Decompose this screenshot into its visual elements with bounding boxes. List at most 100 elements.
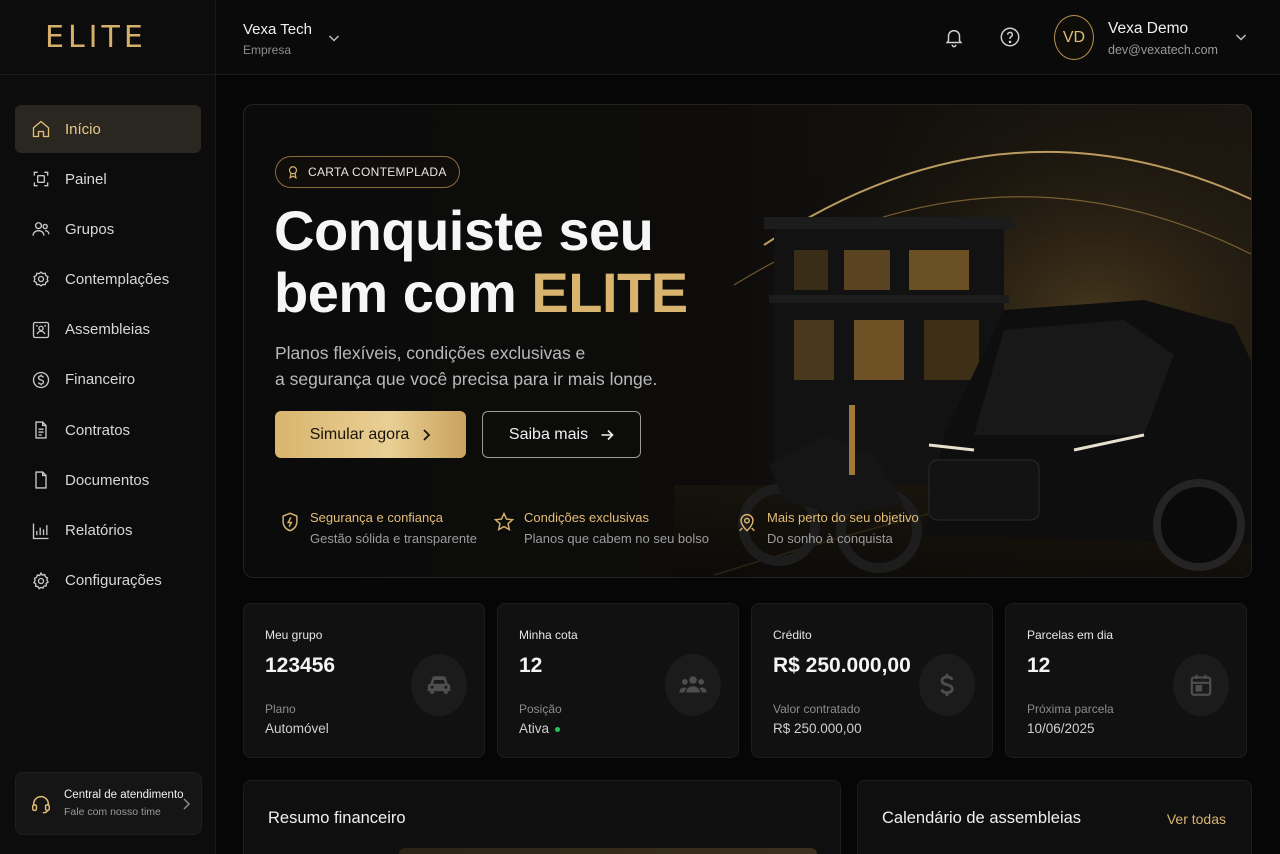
support-title: Central de atendimento: [64, 789, 184, 801]
chevron-down-icon[interactable]: [1234, 30, 1248, 49]
sidebar-item-label: Assembleias: [65, 321, 151, 339]
sidebar-item-label: Financeiro: [65, 371, 136, 389]
sidebar-item-inicio[interactable]: Início: [15, 105, 201, 153]
sidebar-item-contemplacoes[interactable]: Contemplações: [15, 256, 201, 304]
sidebar-item-contratos[interactable]: Contratos: [15, 406, 201, 454]
stat-subvalue: Automóvel: [265, 721, 329, 736]
headset-icon: [30, 793, 52, 815]
sidebar-item-grupos[interactable]: Grupos: [15, 205, 201, 253]
learn-more-button-label: Saiba mais: [508, 425, 589, 443]
stat-label: Parcelas em dia: [1027, 628, 1114, 642]
stat-value: 12: [519, 654, 543, 677]
stat-label: Meu grupo: [265, 628, 323, 642]
stat-value: 12: [1027, 654, 1051, 677]
status-text: Ativa: [519, 721, 550, 736]
award-icon: [286, 165, 300, 179]
feature-goal: Mais perto do seu objetivo Do sonho à co…: [736, 510, 919, 546]
stat-value: R$ 250.000,00: [773, 654, 911, 677]
assembly-icon: [31, 320, 51, 340]
car-icon: [411, 654, 467, 716]
description-line2: a segurança que você precisa para ir mai…: [275, 369, 658, 389]
stat-sublabel: Posição: [519, 702, 562, 716]
stat-card-group[interactable]: Meu grupo 123456 Plano Automóvel: [243, 603, 485, 758]
sidebar-item-documentos[interactable]: Documentos: [15, 456, 201, 504]
feature-subtitle: Gestão sólida e transparente: [310, 531, 477, 546]
sidebar-item-relatorios[interactable]: Relatórios: [15, 507, 201, 555]
users-icon: [31, 219, 51, 239]
status-dot: [555, 726, 561, 732]
stat-subvalue: Ativa: [519, 721, 561, 736]
stat-subvalue: 10/06/2025: [1027, 721, 1095, 736]
user-email: dev@vexatech.com: [1108, 43, 1218, 57]
stat-label: Crédito: [773, 628, 812, 642]
help-icon[interactable]: [999, 26, 1021, 48]
company-selector[interactable]: Vexa Tech Empresa: [243, 21, 340, 57]
avatar[interactable]: VD: [1054, 15, 1094, 60]
sidebar-item-financeiro[interactable]: Financeiro: [15, 356, 201, 404]
document-icon: [31, 470, 51, 490]
home-icon: [31, 119, 51, 139]
sidebar-item-label: Grupos: [65, 220, 115, 238]
simulate-button[interactable]: Simular agora: [275, 411, 466, 458]
contract-icon: [31, 420, 51, 440]
panel-title: Calendário de assembleias: [882, 809, 1082, 827]
stat-card-credit[interactable]: Crédito R$ 250.000,00 Valor contratado R…: [751, 603, 993, 758]
stat-value: 123456: [265, 654, 336, 677]
sidebar-item-label: Contemplações: [65, 271, 170, 289]
stat-subvalue: R$ 250.000,00: [773, 721, 862, 736]
sidebar-item-painel[interactable]: Painel: [15, 155, 201, 203]
feature-conditions: Condições exclusivas Planos que cabem no…: [493, 510, 709, 546]
headline-line1: Conquiste seu: [274, 199, 654, 262]
hero-illustration: [674, 105, 1251, 577]
sidebar-item-label: Relatórios: [65, 522, 133, 539]
support-card[interactable]: Central de atendimento Fale com nosso ti…: [15, 772, 202, 835]
dollar-icon: [31, 370, 51, 390]
sidebar-item-label: Início: [65, 120, 101, 138]
dollar-sign-icon: [919, 654, 975, 716]
chevron-right-icon: [421, 428, 431, 442]
summary-highlight-bar: [399, 848, 817, 854]
stat-card-installments[interactable]: Parcelas em dia 12 Próxima parcela 10/06…: [1005, 603, 1247, 758]
view-all-link[interactable]: Ver todas: [1167, 811, 1226, 827]
sidebar-item-assembleias[interactable]: Assembleias: [15, 306, 201, 354]
sidebar-item-configuracoes[interactable]: Configurações: [15, 557, 201, 605]
sidebar-item-label: Configurações: [65, 572, 162, 590]
feature-subtitle: Planos que cabem no seu bolso: [524, 531, 710, 546]
hero-description: Planos flexíveis, condições exclusivas e…: [275, 340, 695, 392]
dashboard-icon: [31, 169, 51, 189]
sidebar-nav: Início Painel Grupos Contemplações Assem…: [15, 105, 201, 607]
hero-badge: CARTA CONTEMPLADA: [275, 156, 460, 188]
target-icon: [736, 511, 758, 533]
financial-summary-panel: Resumo financeiro: [243, 780, 841, 854]
company-name: Vexa Tech: [243, 21, 312, 38]
chart-icon: [31, 521, 51, 541]
brand-logo[interactable]: ELITE: [0, 0, 215, 75]
group-icon: [665, 654, 721, 716]
company-type: Empresa: [243, 43, 292, 57]
arrow-right-icon: [600, 428, 614, 442]
sidebar: ELITE Início Painel Grupos Contemplações: [0, 0, 216, 854]
feature-title: Mais perto do seu objetivo: [767, 510, 919, 525]
panel-title: Resumo financeiro: [268, 809, 406, 827]
hero-headline: Conquiste seu bem com ELITE: [274, 200, 688, 324]
assembly-calendar-panel: Calendário de assembleias Ver todas: [857, 780, 1252, 854]
feature-subtitle: Do sonho à conquista: [767, 531, 893, 546]
stat-card-quota[interactable]: Minha cota 12 Posição Ativa: [497, 603, 739, 758]
feature-title: Condições exclusivas: [524, 510, 650, 525]
bell-icon[interactable]: [943, 26, 965, 48]
headline-accent: ELITE: [531, 261, 688, 324]
chevron-right-icon: [181, 797, 191, 816]
chevron-down-icon: [327, 31, 341, 50]
award-icon: [31, 270, 51, 290]
user-name: Vexa Demo: [1108, 20, 1189, 37]
stat-sublabel: Valor contratado: [773, 702, 861, 716]
user-info[interactable]: Vexa Demo dev@vexatech.com: [1108, 20, 1218, 57]
learn-more-button[interactable]: Saiba mais: [482, 411, 641, 458]
sidebar-item-label: Painel: [65, 170, 107, 188]
sidebar-item-label: Contratos: [65, 421, 131, 439]
description-line1: Planos flexíveis, condições exclusivas e: [275, 343, 586, 363]
shield-icon: [279, 511, 301, 533]
topbar: Vexa Tech Empresa VD Vexa Demo dev@vexat…: [216, 0, 1280, 75]
simulate-button-label: Simular agora: [309, 425, 410, 443]
stat-sublabel: Próxima parcela: [1027, 702, 1114, 716]
